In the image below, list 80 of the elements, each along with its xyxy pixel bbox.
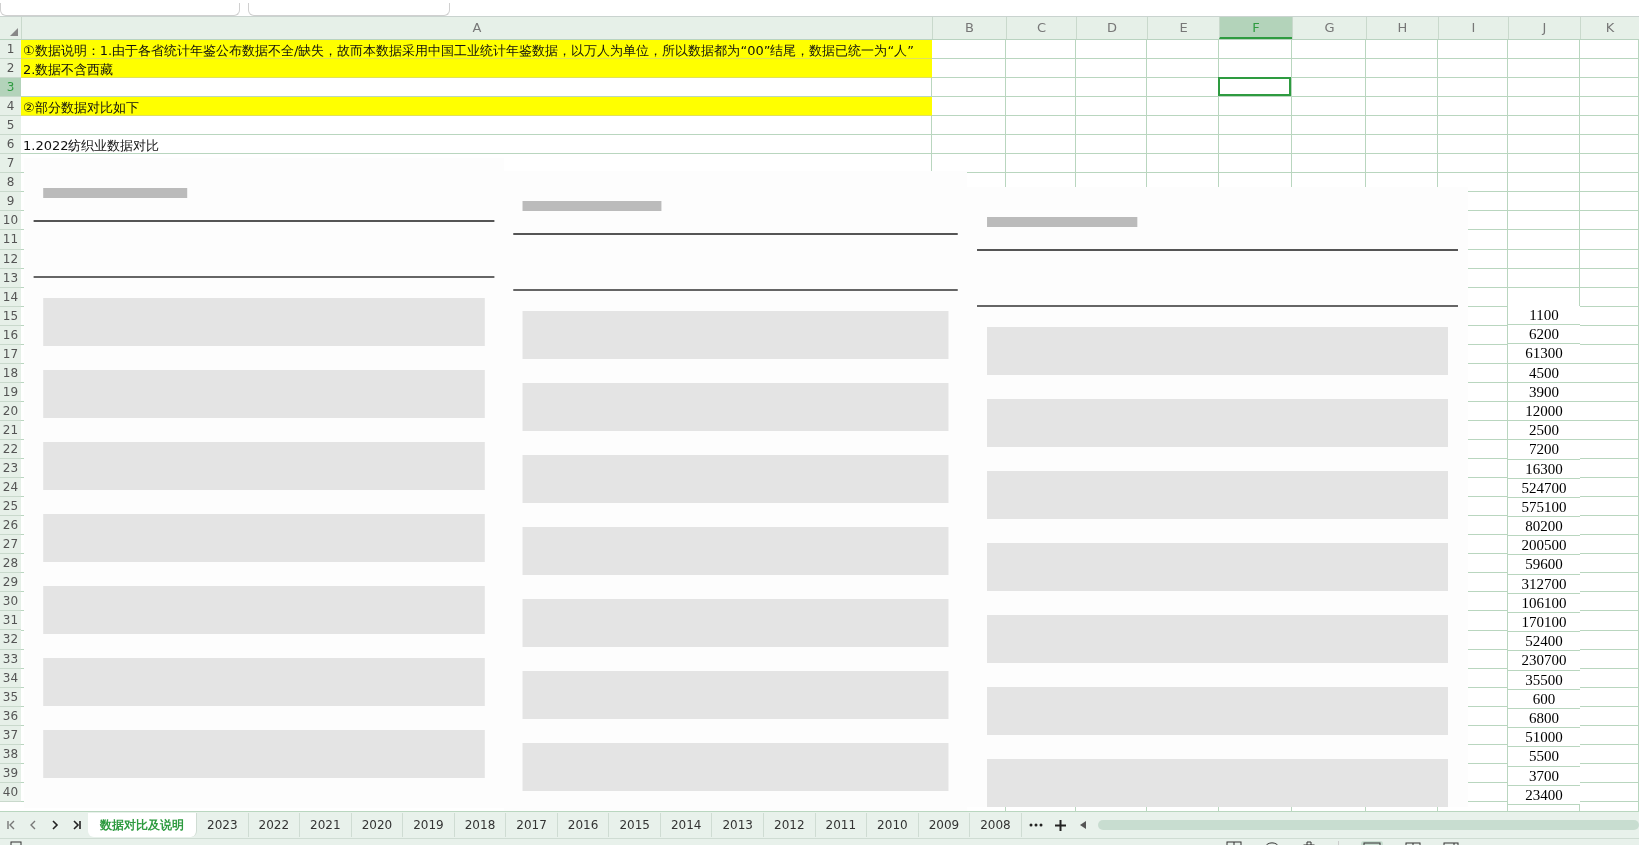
- row-number[interactable]: 30: [0, 592, 21, 612]
- row-number[interactable]: 4: [0, 97, 21, 117]
- table-cell: 4500: [1508, 363, 1580, 383]
- table-cell: 80200: [1508, 517, 1580, 537]
- sheet-tab[interactable]: 2012: [764, 813, 816, 837]
- sheet-tab[interactable]: 2022: [248, 813, 301, 837]
- row-number[interactable]: 8: [0, 173, 21, 193]
- sheet-tab[interactable]: 2019: [403, 813, 455, 837]
- table-cell: 312700: [1508, 574, 1580, 594]
- sheet-tab[interactable]: 2018: [454, 813, 507, 837]
- sheet-tab[interactable]: 2013: [712, 813, 764, 837]
- sheet-tab[interactable]: 2008: [970, 813, 1022, 837]
- row-number[interactable]: 7: [0, 154, 21, 174]
- row-number[interactable]: 27: [0, 535, 21, 555]
- column-header[interactable]: B: [932, 17, 1006, 39]
- table-cell: 6800: [1508, 708, 1580, 729]
- row-number[interactable]: 23: [0, 459, 21, 479]
- row-number[interactable]: 2: [0, 59, 21, 79]
- highlighted-cell: 2.数据不含西藏: [21, 59, 932, 79]
- row-number[interactable]: 6: [0, 135, 21, 155]
- row-number[interactable]: 5: [0, 116, 21, 136]
- sheet-tab[interactable]: 2014: [660, 813, 713, 837]
- row-number[interactable]: 28: [0, 554, 21, 574]
- row-number[interactable]: 11: [0, 230, 21, 250]
- sheet-tab[interactable]: 2017: [506, 813, 558, 837]
- column-header[interactable]: A: [21, 17, 932, 39]
- table-cell: 170100: [1508, 613, 1580, 633]
- formula-field[interactable]: [248, 3, 450, 16]
- table-cell: 7200: [1508, 440, 1580, 460]
- sheet-tab[interactable]: 2020: [351, 813, 404, 837]
- sheet-tab[interactable]: 2011: [815, 813, 868, 837]
- row-number[interactable]: 29: [0, 573, 21, 593]
- table-cell: 200500: [1508, 536, 1580, 556]
- table-cell: 106100: [1508, 593, 1580, 613]
- select-all-icon[interactable]: [10, 28, 18, 36]
- sheet-tab[interactable]: 数据对比及说明: [88, 813, 197, 837]
- row-number[interactable]: 31: [0, 611, 21, 631]
- highlighted-cell: ①数据说明：1.由于各省统计年鉴公布数据不全/缺失，故而本数据采用中国工业统计年鉴数据，以万人为单位，所以数据都为“00”结尾，数据已统一为“人”: [21, 40, 932, 60]
- column-header[interactable]: H: [1366, 17, 1438, 39]
- column-header[interactable]: C: [1006, 17, 1076, 39]
- table-cell: 2500: [1508, 421, 1580, 441]
- table-cell: 59600: [1508, 555, 1580, 575]
- row-number[interactable]: 25: [0, 497, 21, 517]
- table-cell: 3900: [1508, 382, 1580, 402]
- table-cell: 16300: [1508, 459, 1580, 479]
- table-cell: 52400: [1508, 632, 1580, 652]
- table-cell: 1100: [1508, 306, 1580, 326]
- table-cell: 3700: [1508, 766, 1580, 786]
- table-cell-text: 1.2022纺织业数据对比: [22, 137, 161, 155]
- row-number[interactable]: 1: [0, 40, 21, 60]
- table-cell: 51000: [1508, 728, 1580, 748]
- table-cell: 35500: [1508, 670, 1580, 690]
- row-number[interactable]: 26: [0, 516, 21, 536]
- table-cell: 230700: [1508, 651, 1580, 671]
- table-cell: 600: [1508, 689, 1580, 709]
- sheet-tab[interactable]: 2015: [609, 813, 661, 837]
- row-number[interactable]: 9: [0, 192, 21, 212]
- row-number[interactable]: 32: [0, 630, 21, 650]
- table-cell: 12000: [1508, 401, 1580, 422]
- highlighted-cell: ②部分数据对比如下: [21, 97, 932, 117]
- row-number[interactable]: 10: [0, 211, 21, 231]
- table-cell: 23400: [1508, 785, 1580, 805]
- row-number[interactable]: 24: [0, 478, 21, 498]
- sheet-tab[interactable]: 2023: [197, 813, 249, 837]
- sheet-tab[interactable]: 2016: [557, 813, 610, 837]
- column-header[interactable]: K: [1580, 17, 1639, 39]
- column-header[interactable]: G: [1292, 17, 1366, 39]
- selected-cell[interactable]: [1218, 77, 1291, 97]
- sheet-tab[interactable]: 2009: [918, 813, 971, 837]
- column-header[interactable]: J: [1508, 17, 1580, 39]
- sheet-tab[interactable]: 2021: [300, 813, 352, 837]
- sheet-tab[interactable]: 2010: [867, 813, 919, 837]
- table-cell: 575100: [1508, 497, 1580, 518]
- table-cell: 5500: [1508, 747, 1580, 767]
- column-header[interactable]: I: [1438, 17, 1508, 39]
- table-cell: 6200: [1508, 325, 1580, 345]
- column-header[interactable]: D: [1076, 17, 1147, 39]
- table-cell: 524700: [1508, 478, 1580, 498]
- table-cell: 61300: [1508, 344, 1580, 364]
- horizontal-scrollbar[interactable]: [1097, 820, 1639, 830]
